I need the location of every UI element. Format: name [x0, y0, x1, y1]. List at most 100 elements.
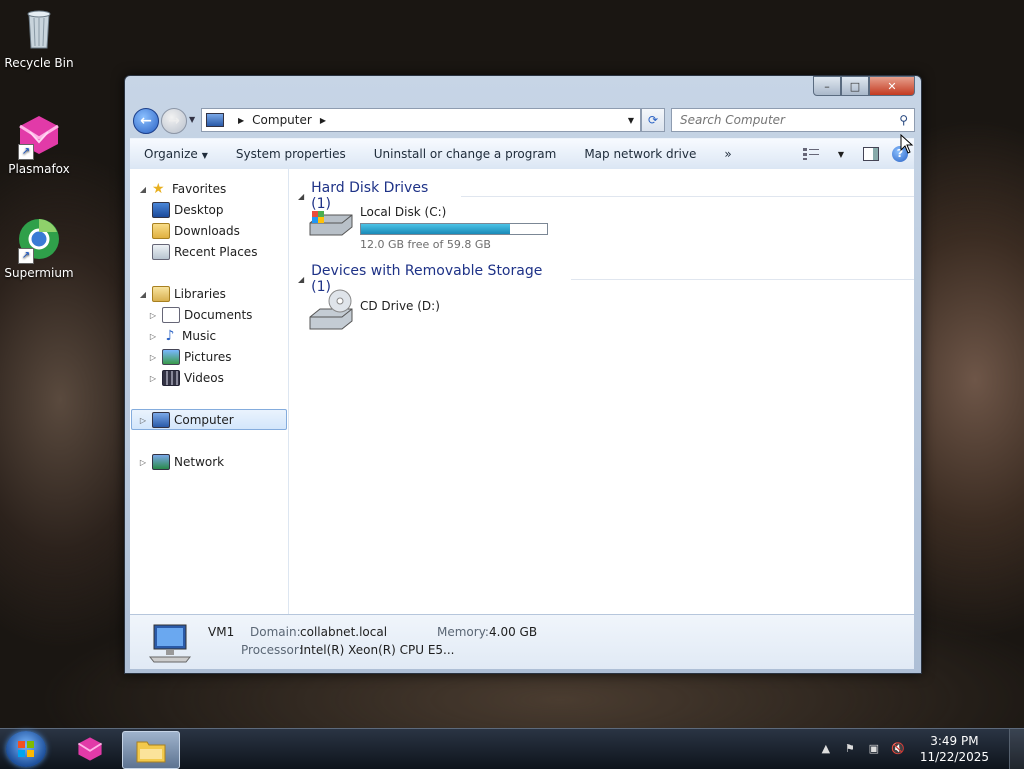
address-dropdown-icon[interactable]: ▼	[628, 116, 634, 125]
shortcut-arrow-icon: ↗	[18, 248, 34, 264]
system-properties-button[interactable]: System properties	[222, 147, 360, 161]
forward-button[interactable]: →	[161, 108, 187, 134]
desktop-icon-supermium[interactable]: ↗ Supermium	[4, 216, 74, 280]
clock-time: 3:49 PM	[930, 734, 979, 748]
tree-item-downloads[interactable]: Downloads	[148, 221, 240, 241]
maximize-button[interactable]: □	[841, 76, 869, 96]
domain-label: Domain:	[250, 625, 301, 639]
recent-pages-dropdown[interactable]: ▼	[189, 115, 195, 124]
tree-item-recent-places[interactable]: Recent Places	[148, 242, 257, 262]
collapse-icon[interactable]: ◢	[138, 290, 148, 299]
tree-item-network[interactable]: ▷ Network	[138, 452, 224, 472]
refresh-button[interactable]: ⟳	[641, 108, 665, 132]
tree-item-desktop[interactable]: Desktop	[148, 200, 224, 220]
search-box[interactable]: ⚲	[671, 108, 915, 132]
tree-label: Downloads	[174, 224, 240, 238]
computer-name: VM1	[208, 625, 235, 639]
content-area: ◢ ★ Favorites Desktop Downloads Recent P…	[130, 169, 914, 614]
tree-label: Libraries	[174, 287, 226, 301]
windows-logo-icon	[18, 741, 34, 757]
group-divider	[571, 278, 914, 280]
expand-icon[interactable]: ▷	[138, 416, 148, 425]
more-commands-button[interactable]: »	[710, 147, 745, 161]
drive-item-c[interactable]: Local Disk (C:) 12.0 GB free of 59.8 GB	[308, 205, 548, 251]
start-button[interactable]	[6, 731, 46, 767]
breadcrumb-chevron-icon[interactable]: ▶	[238, 116, 244, 125]
taskbar: ▲ ⚑ ▣ 🔇 3:49 PM 11/22/2025	[0, 728, 1024, 769]
desktop-icon-recycle-bin[interactable]: Recycle Bin	[4, 6, 74, 70]
collapse-icon[interactable]: ◢	[298, 275, 304, 284]
map-network-drive-button[interactable]: Map network drive	[570, 147, 710, 161]
taskbar-explorer-button[interactable]	[122, 731, 180, 769]
tree-item-computer[interactable]: ▷ Computer	[138, 410, 234, 430]
tree-item-pictures[interactable]: ▷ Pictures	[148, 347, 232, 367]
show-hidden-icons-button[interactable]: ▲	[818, 742, 834, 756]
collapse-icon[interactable]: ◢	[138, 185, 148, 194]
tree-item-music[interactable]: ▷ ♪ Music	[148, 326, 216, 346]
drive-usage-fill	[361, 224, 510, 234]
navigation-row: ← → ▼ ▶ Computer ▶ ▼ ⟳ ⚲	[131, 106, 915, 134]
search-icon[interactable]: ⚲	[899, 113, 908, 127]
details-pane: VM1 Domain: collabnet.local Memory: 4.00…	[130, 614, 914, 669]
preview-pane-icon	[863, 147, 879, 161]
clock[interactable]: 3:49 PM 11/22/2025	[920, 733, 989, 765]
address-bar[interactable]: ▶ Computer ▶ ▼	[201, 108, 641, 132]
expand-icon[interactable]: ▷	[148, 353, 158, 362]
search-input[interactable]	[678, 112, 882, 128]
expand-icon[interactable]: ▷	[148, 374, 158, 383]
tree-item-videos[interactable]: ▷ Videos	[148, 368, 224, 388]
desktop-icon-label: Recycle Bin	[4, 56, 74, 70]
expand-icon[interactable]: ▷	[138, 458, 148, 467]
organize-button[interactable]: Organize ▼	[130, 147, 222, 161]
action-center-flag-icon[interactable]: ⚑	[842, 742, 858, 756]
network-status-icon[interactable]: ▣	[866, 742, 882, 756]
organize-label: Organize	[144, 147, 198, 161]
breadcrumb-computer[interactable]: Computer	[252, 113, 312, 127]
chevron-down-icon: ▼	[201, 151, 208, 160]
change-view-button[interactable]	[796, 148, 826, 160]
chevron-down-icon: ▼	[837, 149, 845, 159]
drive-name: Local Disk (C:)	[360, 205, 447, 219]
view-options-dropdown[interactable]: ▼	[826, 150, 856, 159]
expand-icon[interactable]: ▷	[148, 311, 158, 320]
drive-name: CD Drive (D:)	[360, 299, 440, 313]
back-button[interactable]: ←	[133, 108, 159, 134]
expand-icon[interactable]: ▷	[148, 332, 158, 341]
taskbar-plasmafox-button[interactable]	[62, 731, 118, 767]
tree-item-libraries[interactable]: ◢ Libraries	[138, 284, 226, 304]
music-icon: ♪	[165, 328, 175, 344]
preview-pane-button[interactable]	[856, 147, 886, 161]
command-bar: Organize ▼ System properties Uninstall or…	[130, 138, 914, 170]
volume-muted-icon[interactable]: 🔇	[890, 742, 906, 756]
tree-label: Network	[174, 455, 225, 469]
drive-free-space: 12.0 GB free of 59.8 GB	[360, 238, 491, 251]
tree-item-favorites[interactable]: ◢ ★ Favorites	[138, 179, 226, 199]
tree-label: Documents	[184, 308, 253, 322]
uninstall-program-button[interactable]: Uninstall or change a program	[360, 147, 571, 161]
desktop-icon-plasmafox[interactable]: ↗ Plasmafox	[4, 112, 74, 176]
close-button[interactable]: ✕	[869, 76, 915, 96]
desktop-icon-label: Supermium	[4, 266, 74, 280]
drive-item-d[interactable]: CD Drive (D:)	[308, 289, 440, 335]
plasmafox-icon	[77, 737, 103, 761]
cd-drive-icon	[308, 289, 354, 335]
computer-icon	[206, 113, 224, 127]
collapse-icon[interactable]: ◢	[298, 192, 304, 201]
show-desktop-button[interactable]	[1009, 729, 1024, 769]
videos-icon	[162, 370, 180, 386]
tree-item-documents[interactable]: ▷ Documents	[148, 305, 252, 325]
view-icon	[803, 148, 819, 160]
minimize-button[interactable]: –	[813, 76, 841, 96]
desktop-icon	[152, 202, 170, 218]
breadcrumb-chevron-icon[interactable]: ▶	[320, 116, 326, 125]
tree-label: Videos	[184, 371, 224, 385]
tree-label: Music	[182, 329, 217, 343]
group-divider	[460, 195, 914, 197]
processor-value: Intel(R) Xeon(R) CPU E5...	[300, 643, 455, 657]
recent-places-icon	[152, 244, 170, 260]
supermium-icon: ↗	[16, 216, 62, 264]
downloads-folder-icon	[152, 223, 170, 239]
processor-label: Processor:	[241, 643, 303, 657]
tree-label: Favorites	[172, 182, 227, 196]
computer-icon	[152, 412, 170, 428]
